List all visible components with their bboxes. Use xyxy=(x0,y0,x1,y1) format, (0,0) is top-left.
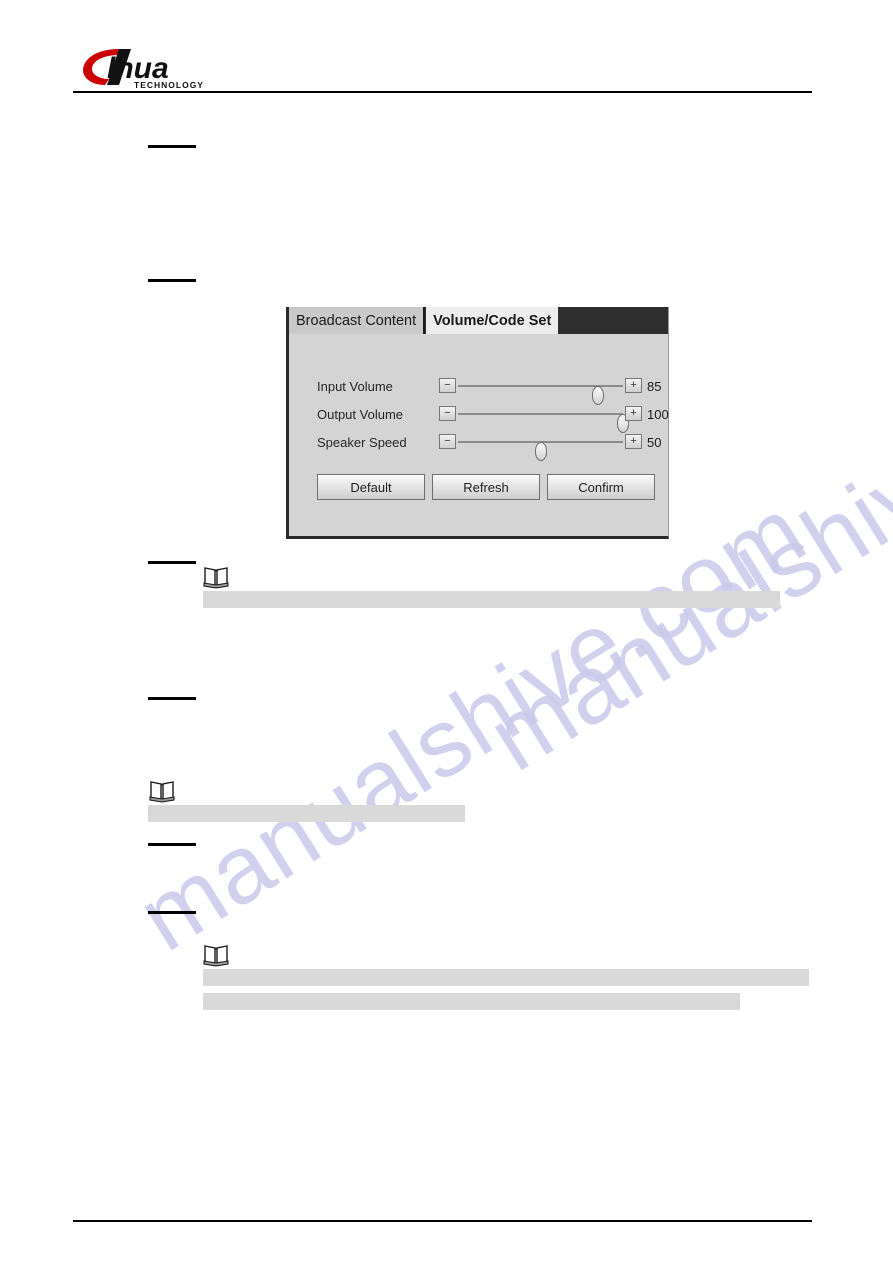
redaction-bar xyxy=(148,697,196,700)
tab-volume-code-set[interactable]: Volume/Code Set xyxy=(426,307,559,334)
increase-icon[interactable]: + xyxy=(625,406,642,421)
default-button[interactable]: Default xyxy=(317,474,425,500)
dialog-button-row: Default Refresh Confirm xyxy=(289,474,668,500)
redaction-bar xyxy=(148,843,196,846)
slider-handle[interactable] xyxy=(534,442,547,461)
input-volume-row: Input Volume − + 85 xyxy=(289,374,668,405)
svg-text:TECHNOLOGY: TECHNOLOGY xyxy=(134,80,204,89)
input-volume-slider[interactable]: − + xyxy=(439,375,642,405)
dialog-body: Input Volume − + 85 Output Volume − + 10… xyxy=(289,334,669,536)
tabbar-filler xyxy=(558,307,668,334)
input-volume-value: 85 xyxy=(647,378,662,394)
slider-track[interactable] xyxy=(458,413,629,433)
redaction-block xyxy=(148,805,465,822)
decrease-icon[interactable]: − xyxy=(439,378,456,393)
input-volume-label: Input Volume xyxy=(317,378,393,394)
redaction-block xyxy=(203,993,740,1010)
tab-label: Volume/Code Set xyxy=(433,312,552,329)
decrease-icon[interactable]: − xyxy=(439,406,456,421)
speaker-speed-value: 50 xyxy=(647,434,662,450)
dialog-tabbar: Broadcast Content Volume/Code Set xyxy=(289,307,668,334)
increase-icon[interactable]: + xyxy=(625,434,642,449)
slider-track[interactable] xyxy=(458,385,623,405)
output-volume-label: Output Volume xyxy=(317,406,403,422)
page-header: lhua TECHNOLOGY xyxy=(0,0,893,95)
header-divider xyxy=(73,91,812,93)
note-book-icon xyxy=(203,943,229,967)
refresh-button[interactable]: Refresh xyxy=(432,474,540,500)
redaction-bar xyxy=(148,561,196,564)
output-volume-slider[interactable]: − + xyxy=(439,403,642,433)
decrease-icon[interactable]: − xyxy=(439,434,456,449)
speaker-speed-slider[interactable]: − + xyxy=(439,431,642,461)
confirm-button[interactable]: Confirm xyxy=(547,474,655,500)
note-book-icon xyxy=(203,565,229,589)
redaction-block xyxy=(203,969,809,986)
redaction-bar xyxy=(148,911,196,914)
speaker-speed-label: Speaker Speed xyxy=(317,434,407,450)
redaction-bar xyxy=(148,279,196,282)
output-volume-value: 100 xyxy=(647,406,669,422)
output-volume-row: Output Volume − + 100 xyxy=(289,402,669,433)
watermark-layer: manualshive.com manualshive.com xyxy=(0,0,893,1263)
slider-track[interactable] xyxy=(458,441,623,461)
tab-broadcast-content[interactable]: Broadcast Content xyxy=(289,307,426,334)
increase-icon[interactable]: + xyxy=(625,378,642,393)
manual-page: manualshive.com manualshive.com lhua TEC… xyxy=(0,0,893,1263)
tab-label: Broadcast Content xyxy=(296,312,417,329)
speaker-speed-row: Speaker Speed − + 50 xyxy=(289,430,668,461)
footer-divider xyxy=(73,1220,812,1222)
redaction-bar xyxy=(148,145,196,148)
volume-code-set-dialog[interactable]: Broadcast Content Volume/Code Set Input … xyxy=(286,307,669,539)
redaction-block xyxy=(203,591,780,608)
note-book-icon xyxy=(149,779,175,803)
watermark-text: manualshive.com xyxy=(120,477,824,972)
dahua-technology-logo: lhua TECHNOLOGY xyxy=(79,45,269,89)
